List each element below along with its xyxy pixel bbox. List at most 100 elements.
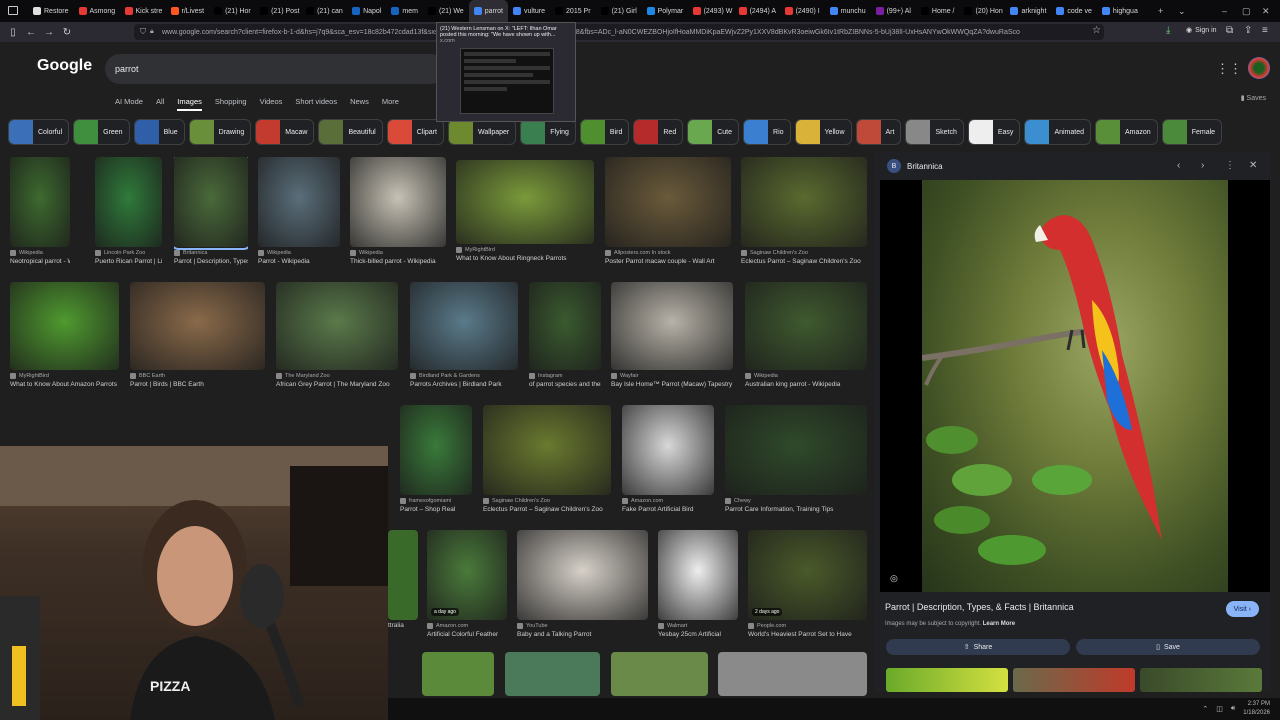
sign-in-button[interactable]: ◉ Sign in [1186,26,1217,35]
browser-tab[interactable]: Napol [347,0,386,22]
result-title[interactable]: Parrot – Shop Real [400,506,472,513]
image-result[interactable]: Wikipedia Neotropical parrot - Wikipedia [10,157,70,277]
learn-more-link[interactable]: Learn More [983,621,1015,627]
browser-tab[interactable]: (21) Hor [209,0,255,22]
image-result[interactable]: People.com World's Heaviest Parrot Set to… [748,530,867,650]
forward-button[interactable]: → [40,23,58,41]
tab-all[interactable]: All [156,97,164,111]
image-result[interactable]: Wikipedia Australian king parrot - Wikipe… [745,282,867,400]
result-thumbnail[interactable] [10,282,119,370]
result-title[interactable]: Australian king parrot - Wikipedia [745,381,867,388]
tab-short-videos[interactable]: Short videos [295,97,337,111]
browser-tab[interactable]: Polymar [642,0,688,22]
image-result[interactable] [422,652,494,696]
image-result[interactable]: Wikipedia Thick-billed parrot - Wikipedia [350,157,446,277]
tab-ai-mode[interactable]: AI Mode [115,97,143,111]
next-image-icon[interactable]: › [1201,160,1204,171]
browser-tab[interactable]: 2015 Pr [550,0,596,22]
visit-button[interactable]: Visit › [1225,601,1259,617]
menu-icon[interactable]: ≡ [1262,25,1268,36]
image-result[interactable] [611,652,708,696]
result-title[interactable]: Parrot | Birds | BBC Earth [130,381,265,388]
panel-site[interactable]: Britannica [907,162,943,171]
bookmark-star-icon[interactable]: ☆ [1092,25,1101,36]
browser-tab[interactable]: Restore [28,0,74,22]
reload-button[interactable]: ↻ [58,23,76,41]
result-title[interactable]: Poster Parrot macaw couple - Wall Art [605,258,731,265]
image-result[interactable]: MyRightBird What to Know About Amazon Par… [10,282,119,400]
image-result[interactable]: YouTube Baby and a Talking Parrot [517,530,648,650]
image-result[interactable]: Instagram of parrot species and their [529,282,601,400]
result-thumbnail[interactable] [718,652,867,696]
result-thumbnail[interactable] [483,405,611,495]
more-options-icon[interactable]: ⋮ [1225,160,1235,171]
browser-tab[interactable]: (21) We [423,0,469,22]
lens-search-icon[interactable]: ◎ [890,573,898,584]
tab-videos[interactable]: Videos [260,97,283,111]
result-thumbnail[interactable] [529,282,601,370]
browser-tab[interactable]: r/Livest [166,0,210,22]
image-result[interactable]: Lincoln Park Zoo Puerto Rican Parrot | Li… [95,157,162,277]
image-result[interactable]: Saginaw Children's Zoo Eclectus Parrot – … [483,405,611,525]
browser-tab[interactable]: (21) Girl [596,0,642,22]
result-thumbnail[interactable] [745,282,867,370]
panel-title[interactable]: Parrot | Description, Types, & Facts | B… [885,602,1074,612]
chip-art[interactable]: Art [855,119,902,145]
result-thumbnail[interactable] [388,530,418,620]
browser-tab[interactable]: vulture [508,0,550,22]
chip-flying[interactable]: Flying [520,119,576,145]
chip-macaw[interactable]: Macaw [255,119,315,145]
close-window-icon[interactable]: ✕ [1262,0,1270,22]
chip-beautiful[interactable]: Beautiful [318,119,383,145]
browser-tab[interactable]: munchu [825,0,871,22]
image-result[interactable] [505,652,600,696]
image-result[interactable]: Wayfair Bay Isle Home™ Parrot (Macaw) Tap… [611,282,733,400]
image-result[interactable]: Amazon.com Fake Parrot Artificial Bird [622,405,714,525]
clock[interactable]: 2:37 PM 1/18/2026 [1243,700,1270,718]
chip-cute[interactable]: Cute [687,119,740,145]
result-thumbnail[interactable] [422,652,494,696]
result-thumbnail[interactable] [505,652,600,696]
result-title[interactable]: Bay Isle Home™ Parrot (Macaw) Tapestry [611,381,733,388]
download-icon[interactable]: ⤓ [1166,25,1170,36]
chip-easy[interactable]: Easy [967,119,1021,145]
result-title[interactable]: Fake Parrot Artificial Bird [622,506,714,513]
result-title[interactable]: Thick-billed parrot - Wikipedia [350,258,446,265]
browser-tab[interactable]: code ve [1051,0,1097,22]
image-result[interactable]: MyRightBird What to Know About Ringneck P… [456,160,594,274]
saves-link[interactable]: ▮ Saves [1241,94,1266,102]
share-page-icon[interactable]: ⇪ [1244,25,1252,36]
google-logo[interactable]: Google [37,57,92,75]
tray-chevron-icon[interactable]: ⌃ [1202,705,1208,713]
image-result[interactable]: BBC Earth Parrot | Birds | BBC Earth [130,282,265,400]
result-thumbnail[interactable] [130,282,265,370]
chip-blue[interactable]: Blue [133,119,185,145]
chip-animated[interactable]: Animated [1024,119,1092,145]
result-title[interactable]: World's Heaviest Parrot Set to Have [748,631,867,638]
result-thumbnail[interactable] [605,157,731,247]
result-thumbnail[interactable] [410,282,518,370]
result-thumbnail[interactable] [276,282,398,370]
save-button[interactable]: ▯ Save [1076,639,1260,655]
browser-tab[interactable]: arknight [1005,0,1051,22]
chip-rio[interactable]: Rio [743,119,791,145]
close-panel-icon[interactable]: ✕ [1249,160,1257,171]
result-title[interactable]: Parrot Care Information, Training Tips [725,506,867,513]
browser-tab[interactable]: (20) Hon [959,0,1005,22]
tab-shopping[interactable]: Shopping [215,97,247,111]
result-thumbnail[interactable] [350,157,446,247]
sidebar-icon[interactable]: ▯ [4,23,22,41]
result-thumbnail[interactable] [95,157,162,247]
browser-tab[interactable]: (99+) Al [871,0,916,22]
chip-sketch[interactable]: Sketch [905,119,964,145]
chip-red[interactable]: Red [633,119,684,145]
new-tab-button[interactable]: + [1158,0,1163,22]
result-thumbnail[interactable] [517,530,648,620]
result-title[interactable]: Parrots Archives | Birdland Park [410,381,518,388]
chip-clipart[interactable]: Clipart [386,119,444,145]
image-result[interactable]: framesofgomiami Parrot – Shop Real [400,405,472,525]
image-result[interactable]: Walmart Yesbay 25cm Artificial [658,530,738,650]
tab-news[interactable]: News [350,97,369,111]
image-result[interactable]: Birdland Park & Gardens Parrots Archives … [410,282,518,400]
sidebar-toggle-icon[interactable] [8,6,18,15]
